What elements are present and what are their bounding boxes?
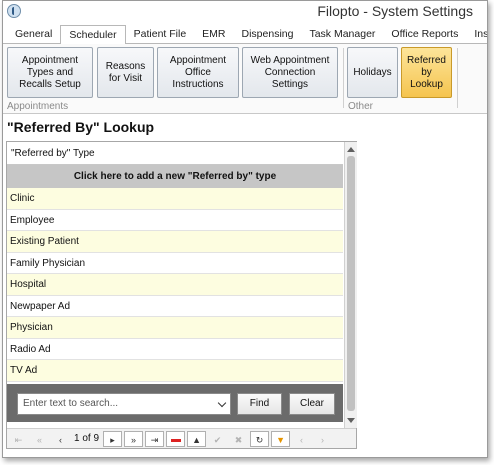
table-row[interactable]: Clinic — [7, 188, 343, 210]
tab-dispensing[interactable]: Dispensing — [234, 25, 302, 44]
holidays-button[interactable]: Holidays — [347, 47, 398, 98]
window-title: Filopto - System Settings — [317, 3, 473, 19]
reasons-for-visit-button[interactable]: Reasons for Visit — [97, 47, 154, 98]
ribbon-group-separator — [343, 48, 344, 108]
next-record-icon[interactable]: ▸ — [103, 430, 123, 447]
first-record-icon[interactable]: ⇤ — [9, 431, 28, 447]
tab-scheduler[interactable]: Scheduler — [60, 25, 126, 45]
referred-by-grid: "Referred by" Type Click here to add a n… — [6, 141, 357, 449]
table-row[interactable]: Hospital — [7, 274, 343, 296]
record-navigator: ⇤ « ‹ 1 of 9 ▸ » ⇥ ▲ ✔ ✖ ↻ ▼ ‹ › — [7, 428, 356, 448]
scroll-right-icon[interactable]: › — [313, 431, 332, 447]
scroll-down-arrow-icon[interactable] — [347, 418, 355, 423]
search-panel: Enter text to search... Find Clear — [7, 384, 343, 422]
table-row[interactable]: TV Ad — [7, 360, 343, 382]
tab-patient-file[interactable]: Patient File — [126, 25, 195, 44]
tab-insurance[interactable]: Insurance — [466, 25, 487, 44]
refresh-icon[interactable]: ↻ — [250, 430, 270, 447]
filter-icon[interactable]: ▼ — [271, 430, 291, 447]
table-row[interactable]: Physician — [7, 317, 343, 339]
ribbon-group-label-other: Other — [348, 101, 374, 112]
cancel-edit-icon[interactable]: ✖ — [229, 431, 248, 447]
settings-tab-strip: General Scheduler Patient File EMR Dispe… — [3, 25, 487, 45]
edit-record-icon[interactable]: ▲ — [187, 430, 207, 447]
table-row[interactable]: Existing Patient — [7, 231, 343, 253]
tab-general[interactable]: General — [7, 25, 60, 44]
last-record-icon[interactable]: ⇥ — [145, 430, 165, 447]
find-button[interactable]: Find — [237, 393, 282, 415]
tab-office-reports[interactable]: Office Reports — [383, 25, 466, 44]
search-placeholder: Enter text to search... — [23, 398, 119, 409]
table-row[interactable]: Newpaper Ad — [7, 296, 343, 317]
web-appointment-connection-button[interactable]: Web Appointment Connection Settings — [242, 47, 338, 98]
add-referred-by-type-row[interactable]: Click here to add a new "Referred by" ty… — [7, 165, 343, 188]
minus-icon — [170, 438, 181, 442]
scheduler-ribbon: Appointment Types and Recalls Setup Reas… — [3, 44, 487, 114]
vertical-scrollbar[interactable] — [344, 142, 357, 428]
previous-page-icon[interactable]: « — [30, 431, 49, 447]
ribbon-group-label-appointments: Appointments — [7, 101, 69, 112]
page-title: "Referred By" Lookup — [7, 119, 155, 135]
appointment-types-button[interactable]: Appointment Types and Recalls Setup — [7, 47, 93, 98]
table-row[interactable]: Family Physician — [7, 253, 343, 274]
column-header-referred-by-type[interactable]: "Referred by" Type — [7, 142, 343, 165]
scroll-left-icon[interactable]: ‹ — [292, 431, 311, 447]
search-input[interactable]: Enter text to search... — [17, 393, 231, 415]
save-record-icon[interactable]: ✔ — [208, 431, 227, 447]
record-position: 1 of 9 — [74, 433, 100, 444]
title-bar: Filopto - System Settings — [3, 1, 487, 23]
ribbon-group-separator — [457, 48, 458, 108]
appointment-office-instructions-button[interactable]: Appointment Office Instructions — [157, 47, 239, 98]
clear-button[interactable]: Clear — [289, 393, 335, 415]
chevron-down-icon[interactable] — [217, 398, 227, 408]
referred-by-lookup-button[interactable]: Referred by Lookup — [401, 47, 452, 98]
previous-record-icon[interactable]: ‹ — [51, 431, 70, 447]
scroll-up-arrow-icon[interactable] — [347, 147, 355, 152]
table-row[interactable]: Employee — [7, 210, 343, 231]
referred-by-list: Clinic Employee Existing Patient Family … — [7, 188, 343, 382]
app-logo-icon — [7, 4, 21, 18]
tab-emr[interactable]: EMR — [194, 25, 233, 44]
table-row[interactable]: Radio Ad — [7, 339, 343, 360]
system-settings-window: Filopto - System Settings General Schedu… — [2, 0, 488, 458]
delete-record-icon[interactable] — [166, 430, 186, 447]
scrollbar-thumb[interactable] — [347, 156, 355, 411]
next-page-icon[interactable]: » — [124, 430, 144, 447]
tab-task-manager[interactable]: Task Manager — [301, 25, 383, 44]
